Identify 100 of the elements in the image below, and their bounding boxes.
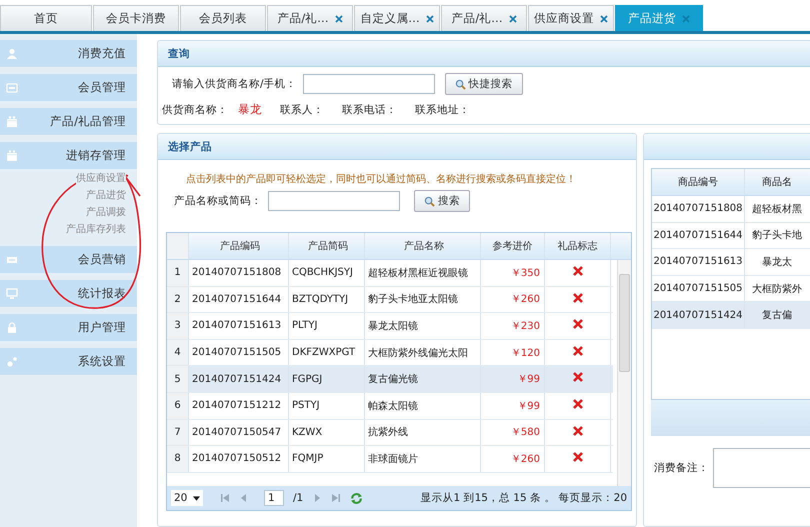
table-cell: KZWX [289, 420, 365, 446]
search-icon [454, 78, 466, 90]
table-row[interactable]: 2 20140707151644 BZTQDYTYJ 豹子头卡地亚太阳镜 ￥260 [167, 286, 613, 314]
table-row[interactable]: 20140707151644 豹子头卡地 [652, 222, 810, 250]
tab[interactable]: 会员列表 [180, 5, 266, 31]
table-cell-text: 豹子头卡地 [751, 228, 803, 244]
field-label: 请输入供货商名称/手机： [172, 77, 297, 91]
table-cell: 豹子头卡地亚太阳镜 [365, 286, 481, 312]
table-cell: CQBCHKJSYJ [289, 260, 365, 286]
sidebar-item[interactable]: 用户管理 [0, 314, 137, 341]
gift-icon [6, 150, 18, 162]
table-cell: ￥580 [481, 420, 545, 446]
table-cell: 20140707150547 [189, 420, 289, 446]
table-cell-text: 复古偏 [761, 308, 793, 324]
lock-icon [6, 322, 18, 334]
column-header[interactable]: 参考进价 [481, 233, 545, 259]
row-number: 7 [167, 420, 189, 446]
table-cell: FQMJP [289, 446, 365, 472]
refresh-icon[interactable] [350, 492, 364, 504]
table-row[interactable]: 20140707151808 超轻板材黑 [652, 196, 810, 223]
column-header[interactable]: 礼品标志 [545, 233, 611, 259]
close-icon[interactable] [426, 14, 434, 22]
table-cell: 大框防紫外线偏光太阳 [365, 340, 481, 366]
tab[interactable]: 会员卡消费 [93, 5, 179, 31]
close-icon[interactable] [334, 14, 343, 22]
row-number: 5 [167, 366, 189, 392]
column-header[interactable]: 产品简码 [289, 233, 365, 259]
close-icon[interactable] [600, 14, 608, 22]
table-row[interactable]: 20140707151424 复古偏 [652, 302, 810, 329]
tab[interactable]: 产品/礼… [267, 5, 353, 31]
table-row[interactable]: 3 20140707151613 PLTYJ 暴龙太阳镜 ￥230 [167, 313, 613, 340]
first-page-icon[interactable] [220, 493, 230, 503]
column-header[interactable]: 产品名称 [365, 233, 481, 259]
person-icon [6, 48, 18, 60]
product-search-field[interactable] [268, 191, 400, 211]
column-header[interactable]: 商品编号 [652, 169, 745, 195]
table-cell: ￥120 [481, 340, 545, 366]
table-cell: 20140707151212 [189, 392, 289, 419]
row-number: 8 [167, 446, 189, 472]
column-header[interactable]: 产品编码 [189, 233, 289, 259]
table-cell: PLTYJ [289, 313, 365, 339]
page-size-select[interactable]: 20 [171, 490, 203, 506]
tab[interactable]: 首页 [0, 5, 92, 31]
table-cell: 超轻板材黑框近视眼镜 [365, 260, 481, 286]
scrollbar[interactable] [617, 260, 631, 486]
table-row[interactable]: 20140707151613 暴龙太 [652, 249, 810, 276]
table-row[interactable]: 8 20140707150512 FQMJP 非球面镜片 ￥260 [167, 446, 613, 473]
table-cell: 非球面镜片 [365, 446, 481, 472]
sidebar-item[interactable]: 进销存管理 [0, 142, 137, 169]
row-number: 6 [167, 392, 189, 419]
table-row[interactable]: 5 20140707151424 FGPGJ 复古偏光镜 ￥99 [167, 366, 613, 393]
table-cell: ￥99 [481, 366, 545, 392]
search-button[interactable]: 搜索 [414, 190, 470, 212]
table-cell: 20140707151644 [189, 286, 289, 312]
sidebar-item[interactable]: 产品/礼品管理 [0, 108, 137, 135]
pager-summary: 显示从1 到15，总 15 条 。 每页显示：20 [420, 491, 627, 505]
next-page-icon[interactable] [312, 493, 322, 503]
info-label: 联系人： [280, 102, 324, 116]
supplier-search-field[interactable] [302, 74, 435, 94]
table-cell: 帕森太阳镜 [365, 392, 481, 419]
page-number-field[interactable]: 1 [264, 490, 284, 506]
info-label: 供货商名称： [162, 102, 228, 116]
table-cell-text: 超轻板材黑 [751, 202, 803, 217]
table-row[interactable]: 1 20140707151808 CQBCHKJSYJ 超轻板材黑框近视眼镜 ￥350 [167, 260, 613, 287]
sidebar-item[interactable]: 消费充值 [0, 40, 137, 67]
table-row[interactable]: 6 20140707151212 PSTYJ 帕森太阳镜 ￥99 [167, 392, 613, 420]
scrollbar-thumb[interactable] [619, 274, 630, 372]
table-cell: 20140707151808 [189, 260, 289, 286]
table-cell: 20140707151505 [652, 276, 745, 302]
sidebar-item[interactable]: 统计报表 [0, 280, 137, 307]
table-row[interactable]: 7 20140707150547 KZWX 抗紫外线 ￥580 [167, 420, 613, 446]
table-cell: 20140707151613 [189, 313, 289, 339]
close-icon[interactable] [508, 14, 517, 22]
column-header[interactable]: 商品名 [745, 169, 809, 195]
table-cell: FGPGJ [289, 366, 365, 392]
note-field[interactable] [713, 448, 810, 488]
quick-search-button[interactable]: 快捷搜索 [444, 73, 523, 95]
row-number: 1 [167, 260, 189, 286]
card-icon [6, 82, 18, 94]
gears-icon [6, 356, 18, 368]
previous-page-icon[interactable] [239, 493, 249, 503]
last-page-icon[interactable] [331, 493, 342, 503]
table-cell: 暴龙太阳镜 [365, 313, 481, 339]
panel-title: 选择产品 [168, 140, 212, 154]
sidebar-item[interactable]: 会员管理 [0, 74, 137, 101]
table-cell: PSTYJ [289, 392, 365, 419]
tab[interactable]: 供应商设置 [528, 5, 614, 31]
table-cell: 20140707151644 [652, 222, 745, 248]
gift-icon [6, 116, 18, 128]
table-cell: ￥350 [481, 260, 545, 286]
tab[interactable]: 产品/礼… [441, 5, 527, 31]
page-count: /1 [293, 492, 304, 504]
caret-icon [193, 496, 200, 500]
table-cell: 20140707151613 [652, 249, 745, 275]
table-cell: 20140707150512 [189, 446, 289, 472]
tab[interactable]: 自定义属… [354, 5, 440, 31]
sidebar-item[interactable]: 会员营销 [0, 246, 137, 273]
sidebar-item[interactable]: 系统设置 [0, 348, 137, 375]
hint-text: 点击列表中的产品即可轻松选定，同时也可以通过简码、名称进行搜索或条码直接定位！ [185, 172, 577, 186]
table-cell: BZTQDYTYJ [289, 286, 365, 312]
